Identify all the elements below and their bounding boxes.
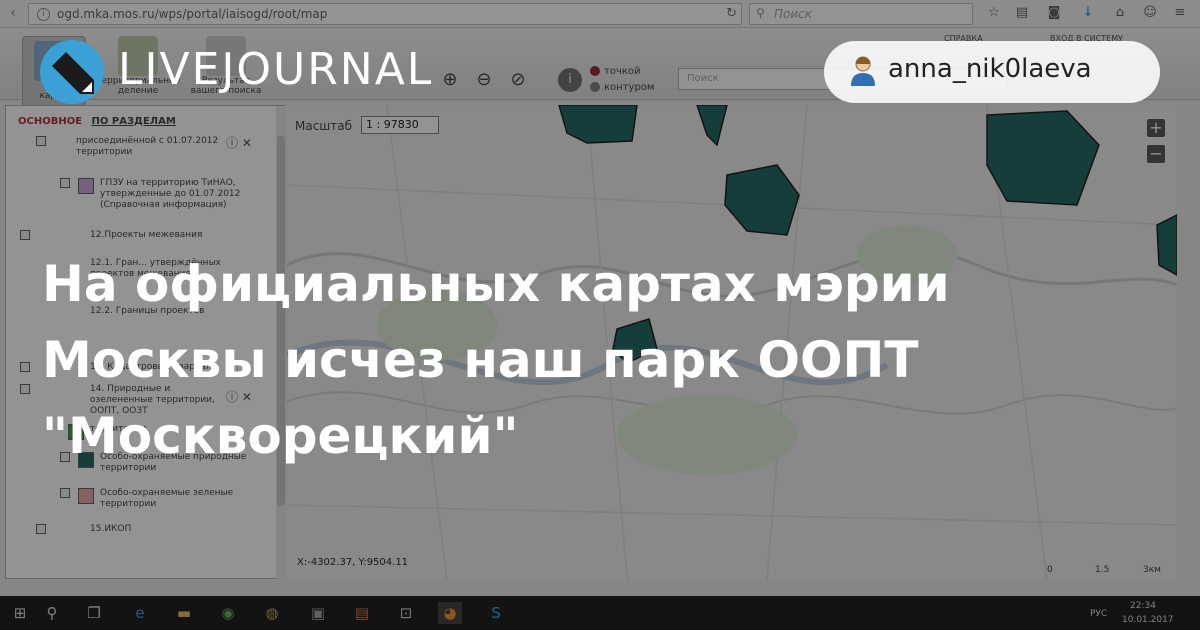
livejournal-wordmark: LIVEJOURNAL bbox=[118, 44, 434, 95]
author-username: anna_nik0laeva bbox=[888, 54, 1092, 84]
pencil-icon bbox=[40, 40, 104, 104]
share-overlay: LIVEJOURNAL anna_nik0laeva На официальны… bbox=[0, 0, 1200, 630]
livejournal-logo-icon bbox=[40, 40, 104, 104]
post-headline: На официальных картах мэрии Москвы исчез… bbox=[42, 255, 950, 465]
author-badge[interactable]: anna_nik0laeva bbox=[824, 41, 1160, 103]
user-icon bbox=[851, 56, 875, 86]
